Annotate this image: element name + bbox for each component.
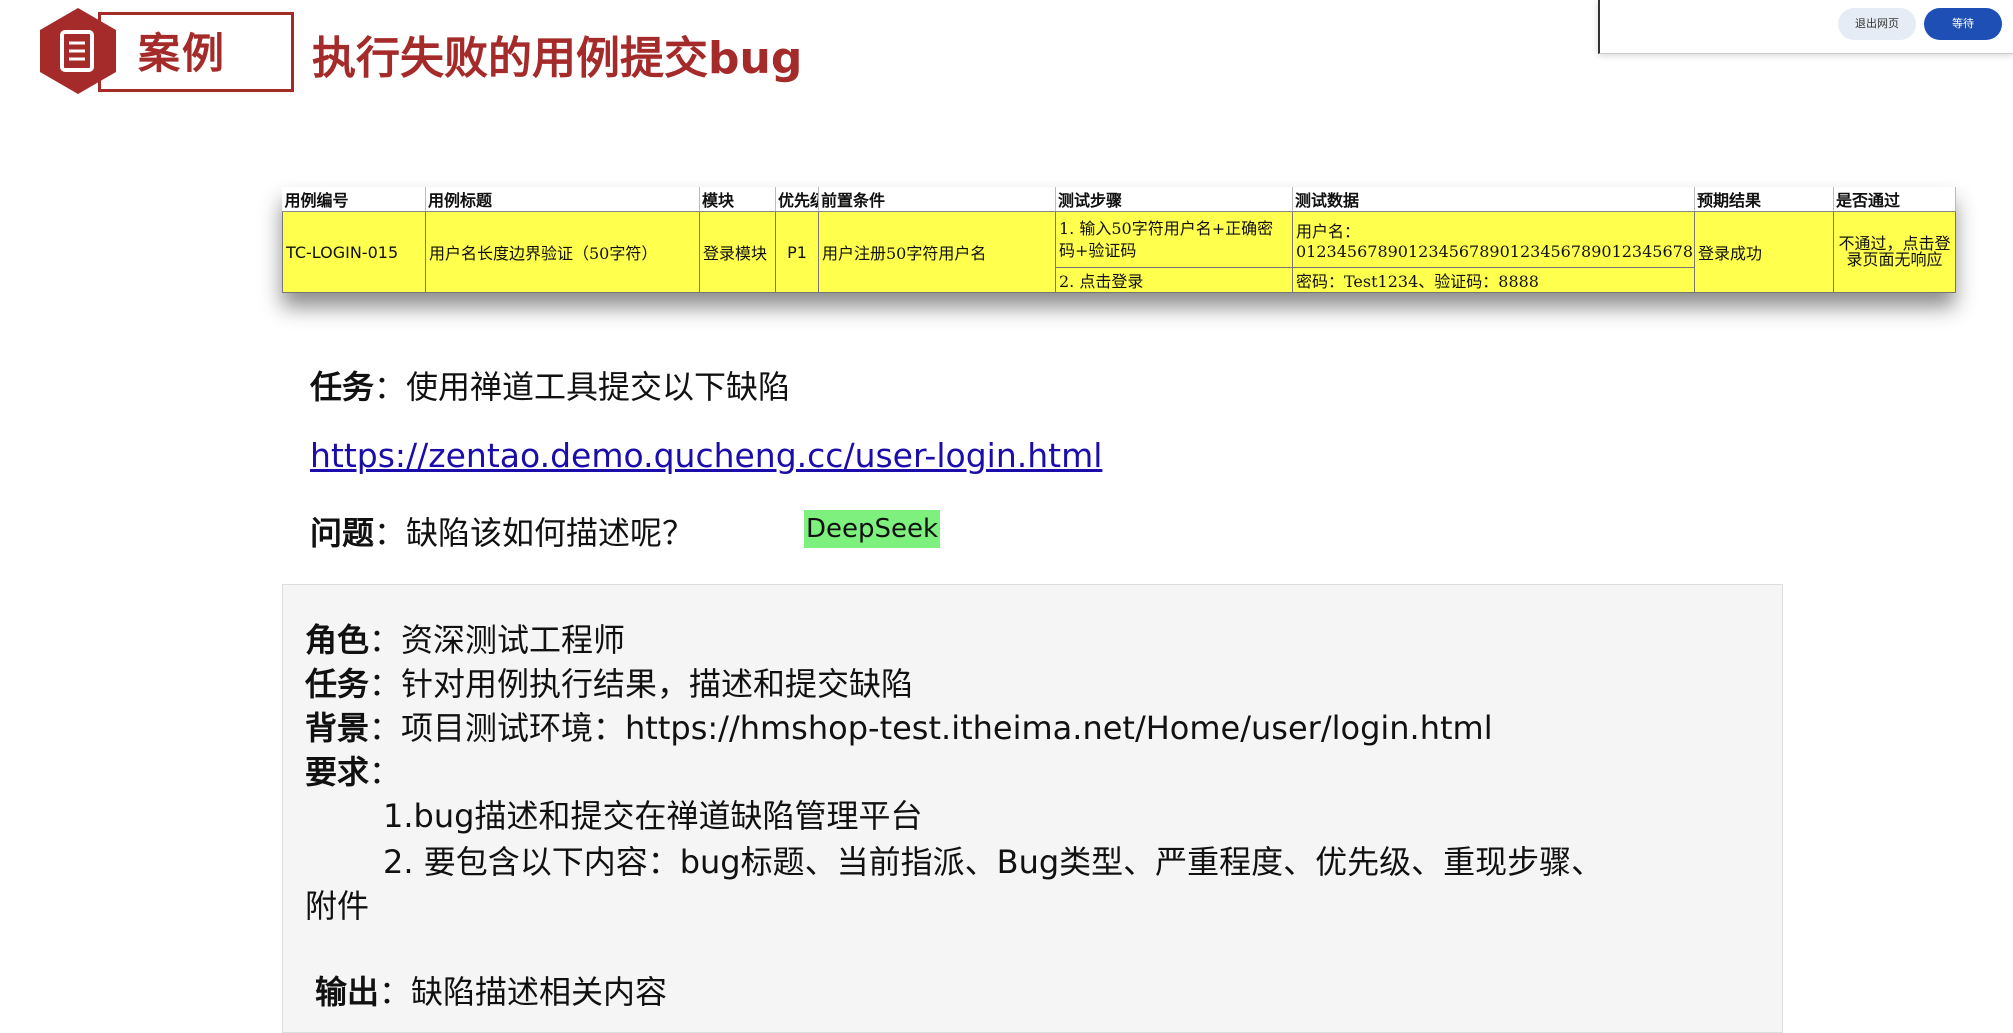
- cell-passed: 不通过，点击登录页面无响应: [1833, 211, 1956, 293]
- page-title: 执行失败的用例提交bug: [312, 33, 803, 84]
- question-text: ：缺陷该如何描述呢？: [374, 514, 695, 552]
- task-text: ：使用禅道工具提交以下缺陷: [374, 368, 791, 406]
- cell-data-1: 用户名： 01234567890123456789012345678901234…: [1292, 211, 1695, 268]
- data-username-label: 用户名：: [1296, 222, 1361, 241]
- prompt-req-1: 1.bug描述和提交在禅道缺陷管理平台: [383, 797, 923, 835]
- prompt-background: 背景：项目测试环境：https://hmshop-test.itheima.ne…: [305, 703, 1493, 749]
- prompt-background-label: 背景: [305, 709, 370, 747]
- cell-step-2: 2. 点击登录: [1055, 267, 1293, 293]
- col-header-module: 模块: [699, 187, 776, 212]
- test-case-table: 用例编号 用例标题 模块 优先级 前置条件 测试步骤 测试数据 预期结果 是否通…: [282, 187, 1956, 293]
- data-username-value: 0123456789012345678901234567890123456789…: [1296, 242, 1694, 261]
- prompt-requirements: 要求：: [305, 747, 401, 793]
- table-header-row: 用例编号 用例标题 模块 优先级 前置条件 测试步骤 测试数据 预期结果 是否通…: [282, 187, 1956, 212]
- case-badge-label: 案例: [138, 29, 227, 78]
- wait-button[interactable]: 等待: [1924, 8, 2002, 40]
- prompt-output-text: ：缺陷描述相关内容: [379, 973, 668, 1011]
- col-header-id: 用例编号: [282, 187, 426, 212]
- prompt-req-label: 要求: [305, 753, 370, 791]
- col-header-data: 测试数据: [1292, 187, 1695, 212]
- cell-priority: P1: [775, 211, 819, 293]
- cell-id: TC-LOGIN-015: [282, 211, 426, 293]
- prompt-role: 角色：资深测试工程师: [305, 615, 625, 661]
- prompt-output: 输出：缺陷描述相关内容: [315, 967, 667, 1013]
- task-label: 任务: [310, 368, 375, 406]
- col-header-steps: 测试步骤: [1055, 187, 1293, 212]
- leave-page-dialog: 退出网页 等待: [1598, 0, 2013, 54]
- prompt-req-2-cont: 附件: [305, 887, 370, 925]
- table-row: TC-LOGIN-015 用户名长度边界验证（50字符） 登录模块 P1 用户注…: [282, 211, 1956, 293]
- cell-step-1: 1. 输入50字符用户名+正确密码+验证码: [1055, 211, 1293, 268]
- prompt-box: 角色：资深测试工程师 任务：针对用例执行结果，描述和提交缺陷 背景：项目测试环境…: [282, 584, 1783, 1033]
- prompt-task: 任务：针对用例执行结果，描述和提交缺陷: [305, 659, 913, 705]
- col-header-precondition: 前置条件: [818, 187, 1056, 212]
- prompt-req-colon: ：: [369, 753, 402, 791]
- col-header-title: 用例标题: [425, 187, 700, 212]
- prompt-task-text: ：针对用例执行结果，描述和提交缺陷: [369, 665, 914, 703]
- prompt-req-2: 2. 要包含以下内容：bug标题、当前指派、Bug类型、严重程度、优先级、重现步…: [383, 843, 1604, 881]
- question-label: 问题: [310, 514, 375, 552]
- col-header-expected: 预期结果: [1694, 187, 1834, 212]
- cell-module: 登录模块: [699, 211, 776, 293]
- prompt-background-text: ：项目测试环境：https://hmshop-test.itheima.net/…: [369, 709, 1493, 747]
- prompt-task-label: 任务: [305, 665, 370, 703]
- question-line: 问题：缺陷该如何描述呢？: [310, 508, 694, 554]
- case-badge: 案例: [38, 6, 294, 94]
- cell-title: 用户名长度边界验证（50字符）: [425, 211, 700, 293]
- deepseek-tag: DeepSeek: [804, 510, 941, 548]
- col-header-passed: 是否通过: [1833, 187, 1956, 212]
- col-header-priority: 优先级: [775, 187, 819, 212]
- prompt-role-label: 角色: [305, 621, 370, 659]
- cell-data-2: 密码：Test1234、验证码：8888: [1292, 267, 1695, 293]
- exit-page-button[interactable]: 退出网页: [1838, 8, 1916, 40]
- prompt-role-text: ：资深测试工程师: [369, 621, 626, 659]
- document-icon: [40, 8, 116, 94]
- cell-expected: 登录成功: [1694, 211, 1834, 293]
- cell-precondition: 用户注册50字符用户名: [818, 211, 1056, 293]
- prompt-output-label: 输出: [315, 973, 380, 1011]
- task-line: 任务：使用禅道工具提交以下缺陷: [310, 362, 790, 408]
- zentao-login-link[interactable]: https://zentao.demo.qucheng.cc/user-logi…: [310, 436, 1102, 475]
